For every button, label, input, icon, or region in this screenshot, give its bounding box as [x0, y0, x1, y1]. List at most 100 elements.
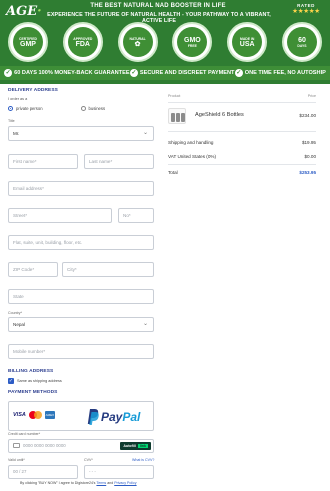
terms-link[interactable]: Terms	[96, 481, 106, 485]
same-as-shipping-checkbox[interactable]: ✓ Same as shipping address	[8, 378, 62, 384]
what-is-cvv-link[interactable]: What is CVV?	[132, 458, 154, 462]
rating-badge: RATED ★★★★★	[290, 3, 322, 16]
check-icon: ✓	[4, 69, 13, 77]
country-label: Country*	[8, 311, 22, 315]
radio-business[interactable]: business	[80, 106, 106, 111]
delivery-address-title: DELIVERY ADDRESS	[8, 88, 58, 93]
paypal-option[interactable]: PayPal	[101, 409, 140, 425]
payment-methods-title: PAYMENT METHODS	[8, 390, 58, 395]
check-icon: ✓	[129, 69, 138, 77]
street-field[interactable]: Street*	[8, 208, 112, 223]
shipping-label: Shipping and handling	[168, 140, 214, 145]
total-value: $253.95	[299, 170, 316, 175]
badge-text: GMP	[20, 40, 36, 48]
valid-until-field[interactable]: 00 / 27	[8, 465, 78, 479]
gmo-badge-icon: GMO FREE	[172, 22, 213, 62]
chevron-down-icon: ⌄	[142, 321, 148, 327]
radio-label: business	[88, 106, 106, 111]
valid-until-label: Valid until*	[8, 458, 25, 462]
sixty-days-badge-icon: 60 DAYS	[281, 22, 322, 62]
radio-private-person[interactable]: private person	[8, 106, 43, 111]
product-name: AgeShield 6 Bottles	[195, 112, 244, 118]
terms-text: By clicking "BUY NOW" I agree to Digisto…	[20, 481, 96, 485]
badge-text: FDA	[75, 40, 90, 48]
badge-text: ✿	[134, 40, 141, 48]
paypal-logo-icon	[87, 409, 99, 425]
link-label: link	[137, 444, 148, 448]
mastercard-icon	[28, 411, 42, 419]
email-field[interactable]: Email address*	[8, 181, 154, 196]
guarantee-text: ONE TIME FEE, NO AUTOSHIP	[244, 70, 326, 76]
cvv-field[interactable]: - - -	[84, 465, 154, 479]
city-field[interactable]: City*	[62, 262, 154, 277]
mobile-number-field[interactable]: Mobile number*	[8, 344, 154, 359]
guarantee-text: 60 DAYS 100% MONEY-BACK GUARANTEE	[14, 70, 130, 76]
cvv-label: CVV*	[84, 458, 93, 462]
guarantee-item: ✓ 60 DAYS 100% MONEY-BACK GUARANTEE	[4, 69, 130, 77]
credit-card-icon	[13, 443, 20, 448]
card-number-label: Credit card number*	[8, 432, 41, 436]
star-icon: ★★★★★	[292, 8, 320, 15]
terms-and: and	[107, 481, 114, 485]
terms-notice: By clicking "BUY NOW" I agree to Digisto…	[20, 481, 137, 485]
brand-logo[interactable]: AGE·	[6, 3, 48, 21]
shipping-value: $19.95	[301, 140, 316, 145]
title-select-value: Mr.	[13, 131, 20, 136]
visa-icon: VISA	[13, 412, 26, 418]
chevron-down-icon: ⌄	[142, 130, 148, 136]
divider	[168, 164, 316, 165]
natural-badge-icon: NATURAL ✿	[117, 22, 158, 62]
fda-badge-icon: APPROVED FDA	[62, 22, 103, 62]
country-select[interactable]: Nepal ⌄	[8, 317, 154, 332]
checkbox-label: Same as shipping address	[17, 379, 62, 383]
guarantee-item: ✓ ONE TIME FEE, NO AUTOSHIP	[234, 69, 326, 77]
badge-text: GMO	[184, 36, 201, 44]
paypal-text-pal: Pal	[122, 410, 141, 424]
radio-unselected-icon	[80, 106, 86, 111]
amex-icon: AMEX	[44, 411, 55, 419]
address-line2-field[interactable]: Flat, suite, unit, building, floor, etc.	[8, 235, 154, 250]
guarantee-text: SECURE AND DISCREET PAYMENT	[139, 70, 235, 76]
title-label: Title	[8, 119, 15, 123]
privacy-policy-link[interactable]: Privacy Policy	[114, 481, 136, 485]
usa-badge-icon: MADE IN USA	[227, 22, 268, 62]
title-select[interactable]: Mr. ⌄	[8, 126, 154, 141]
badge-text: 60	[298, 36, 306, 44]
header-banner: AGE· THE BEST NATURAL NAD BOOSTER IN LIF…	[0, 0, 330, 84]
badge-caption: DAYS	[297, 43, 307, 48]
guarantee-strip: ✓ 60 DAYS 100% MONEY-BACK GUARANTEE ✓ SECU…	[0, 66, 330, 80]
gmp-badge-icon: CERTIFIED GMP	[8, 22, 48, 62]
header-tagline: THE BEST NATURAL NAD BOOSTER IN LIFE	[90, 3, 226, 9]
card-number-placeholder: 0000 0000 0000 0000	[23, 443, 66, 448]
vat-value: $0.00	[304, 154, 317, 159]
house-number-field[interactable]: No*	[118, 208, 154, 223]
product-column-header: Product	[168, 94, 181, 98]
autofill-label: Autofill	[123, 444, 136, 448]
price-column-header: Price	[307, 94, 316, 98]
last-name-field[interactable]: Last name*	[84, 154, 154, 169]
radio-selected-icon	[8, 106, 13, 111]
order-as-label: I order as a	[8, 97, 28, 101]
customer-type-radio-group: private person business	[8, 106, 105, 111]
paypal-text-pay: Pay	[101, 410, 123, 424]
vat-label: VAT United States (0%)	[168, 154, 216, 159]
guarantee-item: ✓ SECURE AND DISCREET PAYMENT	[129, 69, 235, 77]
brand-logo-text: AGE	[6, 4, 38, 19]
divider	[168, 131, 316, 132]
product-image	[168, 108, 186, 124]
autofill-link-button[interactable]: Autofill link	[120, 442, 151, 450]
first-name-field[interactable]: First name*	[8, 154, 78, 169]
country-select-value: Nepal	[13, 322, 26, 327]
card-logos: VISA AMEX	[13, 411, 55, 419]
product-price: $234.00	[299, 113, 316, 118]
brand-logo-dot: ·	[37, 4, 42, 19]
radio-label: private person	[16, 106, 43, 111]
badge-caption: FREE	[187, 43, 197, 48]
state-field[interactable]: State	[8, 289, 154, 304]
zip-code-field[interactable]: ZIP Code*	[8, 262, 58, 277]
billing-address-title: BILLING ADDRESS	[8, 369, 54, 374]
check-icon: ✓	[234, 69, 243, 77]
card-number-field[interactable]: 0000 0000 0000 0000 Autofill link	[8, 439, 154, 453]
payment-method-selector[interactable]: VISA AMEX PayPal	[8, 401, 154, 431]
trust-badges: CERTIFIED GMP APPROVED FDA NATURAL ✿ GMO…	[8, 22, 322, 62]
